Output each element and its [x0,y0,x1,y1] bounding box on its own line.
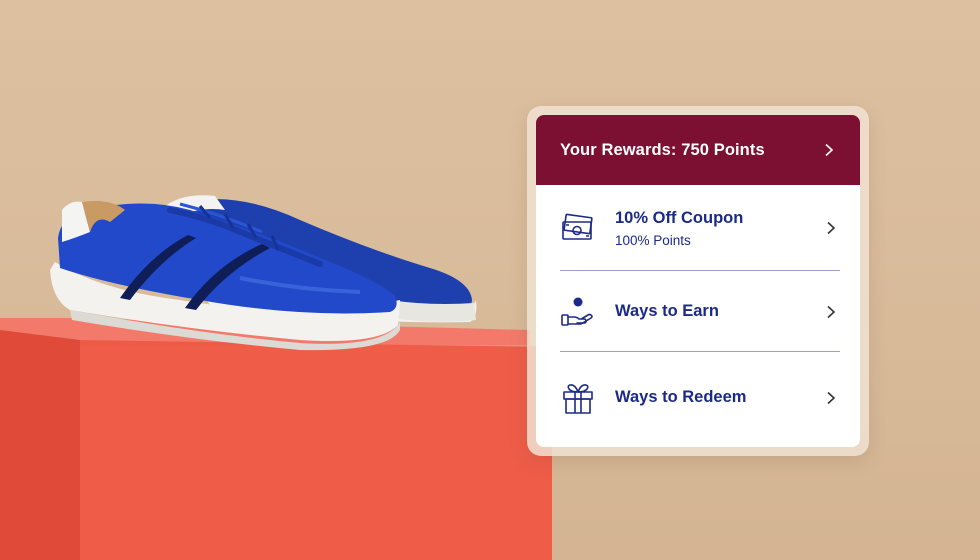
chevron-right-icon [827,391,836,404]
gift-icon [563,383,593,414]
cash-icon [562,213,593,240]
ways-to-earn-item[interactable]: Ways to Earn [536,271,860,352]
coupon-label: 10% Off Coupon [615,208,744,227]
rewards-title: Your Rewards: 750 Points [560,140,765,159]
hand-coin-icon [561,297,593,326]
rewards-header-button[interactable]: Your Rewards: 750 Points [536,115,860,185]
chevron-right-icon [827,221,836,235]
coupon-sublabel: 100% Points [615,232,691,248]
chevron-right-icon [827,305,836,318]
ways-to-redeem-item[interactable]: Ways to Redeem [536,352,860,443]
rewards-card: Your Rewards: 750 Points 10% Off Coupon … [536,115,860,447]
ways-to-redeem-label: Ways to Redeem [615,388,747,406]
coupon-item[interactable]: 10% Off Coupon 100% Points [536,185,860,271]
ways-to-earn-label: Ways to Earn [615,302,719,320]
pedestal-front [0,330,80,560]
chevron-right-icon [825,143,834,157]
